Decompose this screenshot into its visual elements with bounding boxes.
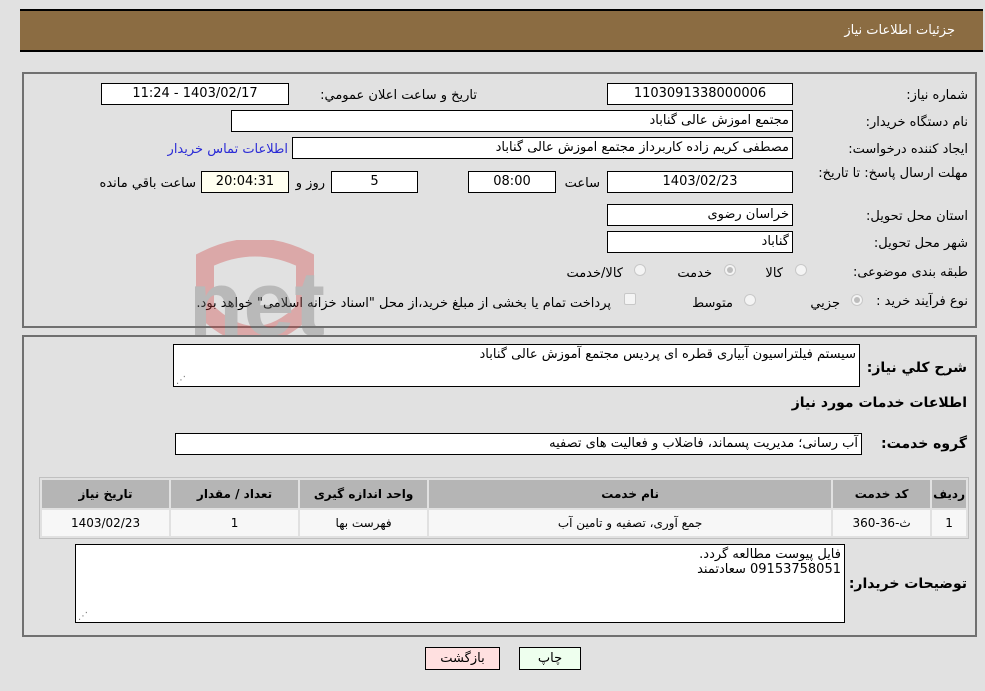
services-heading: اطلاعات خدمات مورد نياز <box>791 395 967 411</box>
resize-grip-icon[interactable]: ⋰ <box>176 375 186 386</box>
time-label: ساعت <box>564 176 600 191</box>
deadline-time-field: 08:00 <box>468 171 556 193</box>
deadline-label: مهلت ارسال پاسخ: تا تاريخ: <box>818 166 968 181</box>
province-label: استان محل تحويل: <box>866 209 968 224</box>
col-quantity: تعداد / مقدار <box>171 480 299 508</box>
announce-label: تاريخ و ساعت اعلان عمومي: <box>320 88 477 103</box>
need-number-field: 1103091338000006 <box>607 83 793 105</box>
remaining-label: ساعت باقي مانده <box>99 176 196 191</box>
resize-grip-icon[interactable]: ⋰ <box>78 611 88 622</box>
table-row: 1 ث-36-360 جمع آوری، تصفيه و تامين آب فه… <box>42 510 966 536</box>
process-option-medium: متوسط <box>692 296 733 311</box>
col-service-name: نام خدمت <box>429 480 832 508</box>
page-title: جزئيات اطلاعات نياز <box>844 23 955 38</box>
process-label: نوع فرآيند خريد : <box>876 294 968 309</box>
col-row-number: رديف <box>932 480 966 508</box>
process-radio-minor[interactable] <box>851 294 863 306</box>
buyer-notes-label: توضيحات خريدار: <box>848 576 967 592</box>
buyer-org-field: مجتمع اموزش عالی گناباد <box>231 110 793 132</box>
buyer-contact-link[interactable]: اطلاعات تماس خريدار <box>168 142 288 157</box>
process-radio-medium[interactable] <box>744 294 756 306</box>
days-field: 5 <box>331 171 418 193</box>
cell-service-name: جمع آوری، تصفيه و تامين آب <box>429 510 832 536</box>
services-table: رديف کد خدمت نام خدمت واحد اندازه گيری ت… <box>39 477 969 539</box>
days-label: روز و <box>295 176 325 191</box>
creator-label: ايجاد کننده درخواست: <box>848 142 968 157</box>
province-field: خراسان رضوی <box>607 204 793 226</box>
category-radio-goods-service[interactable] <box>634 264 646 276</box>
buyer-notes-line-2: 09153758051 سعادتمند <box>697 562 841 577</box>
city-label: شهر محل تحويل: <box>873 236 968 251</box>
col-service-code: کد خدمت <box>833 480 931 508</box>
col-need-date: تاريخ نياز <box>42 480 170 508</box>
summary-label: شرح کلي نياز: <box>866 360 967 376</box>
col-unit: واحد اندازه گيری <box>300 480 428 508</box>
category-option-goods: کالا <box>765 266 783 281</box>
cell-row-number: 1 <box>932 510 966 536</box>
category-option-service: خدمت <box>677 266 712 281</box>
announce-datetime-field: 1403/02/17 - 11:24 <box>101 83 289 105</box>
process-option-minor: جزيي <box>810 296 840 311</box>
treasury-checkbox[interactable] <box>624 293 636 305</box>
cell-unit: فهرست بها <box>300 510 428 536</box>
service-group-label: گروه خدمت: <box>881 436 967 452</box>
service-group-field: آب رسانی؛ مديريت پسماند، فاضلاب و فعاليت… <box>175 433 862 455</box>
treasury-note: پرداخت تمام يا بخشی از مبلغ خريد،از محل … <box>196 296 611 311</box>
category-radio-service[interactable] <box>724 264 736 276</box>
remaining-time-field: 20:04:31 <box>201 171 289 193</box>
print-button[interactable]: چاپ <box>519 647 581 670</box>
cell-service-code: ث-36-360 <box>833 510 931 536</box>
category-radio-goods[interactable] <box>795 264 807 276</box>
buyer-notes-textarea[interactable]: فایل پیوست مطالعه گردد. 09153758051 سعاد… <box>75 544 845 623</box>
need-number-label: شماره نياز: <box>906 88 968 103</box>
creator-field: مصطفی کریم زاده کاربرداز مجتمع اموزش عال… <box>292 137 793 159</box>
buyer-org-label: نام دستگاه خريدار: <box>865 115 968 130</box>
category-option-goods-service: کالا/خدمت <box>566 266 623 281</box>
cell-need-date: 1403/02/23 <box>42 510 170 536</box>
back-button[interactable]: بازگشت <box>425 647 500 670</box>
summary-text: سیستم فیلتراسیون آبیاری قطره ای پردیس مج… <box>479 347 857 362</box>
buyer-notes-line-1: فایل پیوست مطالعه گردد. <box>699 547 841 562</box>
summary-textarea[interactable]: سیستم فیلتراسیون آبیاری قطره ای پردیس مج… <box>173 344 860 387</box>
cell-quantity: 1 <box>171 510 299 536</box>
deadline-date-field: 1403/02/23 <box>607 171 793 193</box>
table-header-row: رديف کد خدمت نام خدمت واحد اندازه گيری ت… <box>42 480 966 508</box>
category-label: طبقه بندی موضوعی: <box>852 265 968 280</box>
page-header: جزئيات اطلاعات نياز <box>20 9 983 52</box>
city-field: گناباد <box>607 231 793 253</box>
